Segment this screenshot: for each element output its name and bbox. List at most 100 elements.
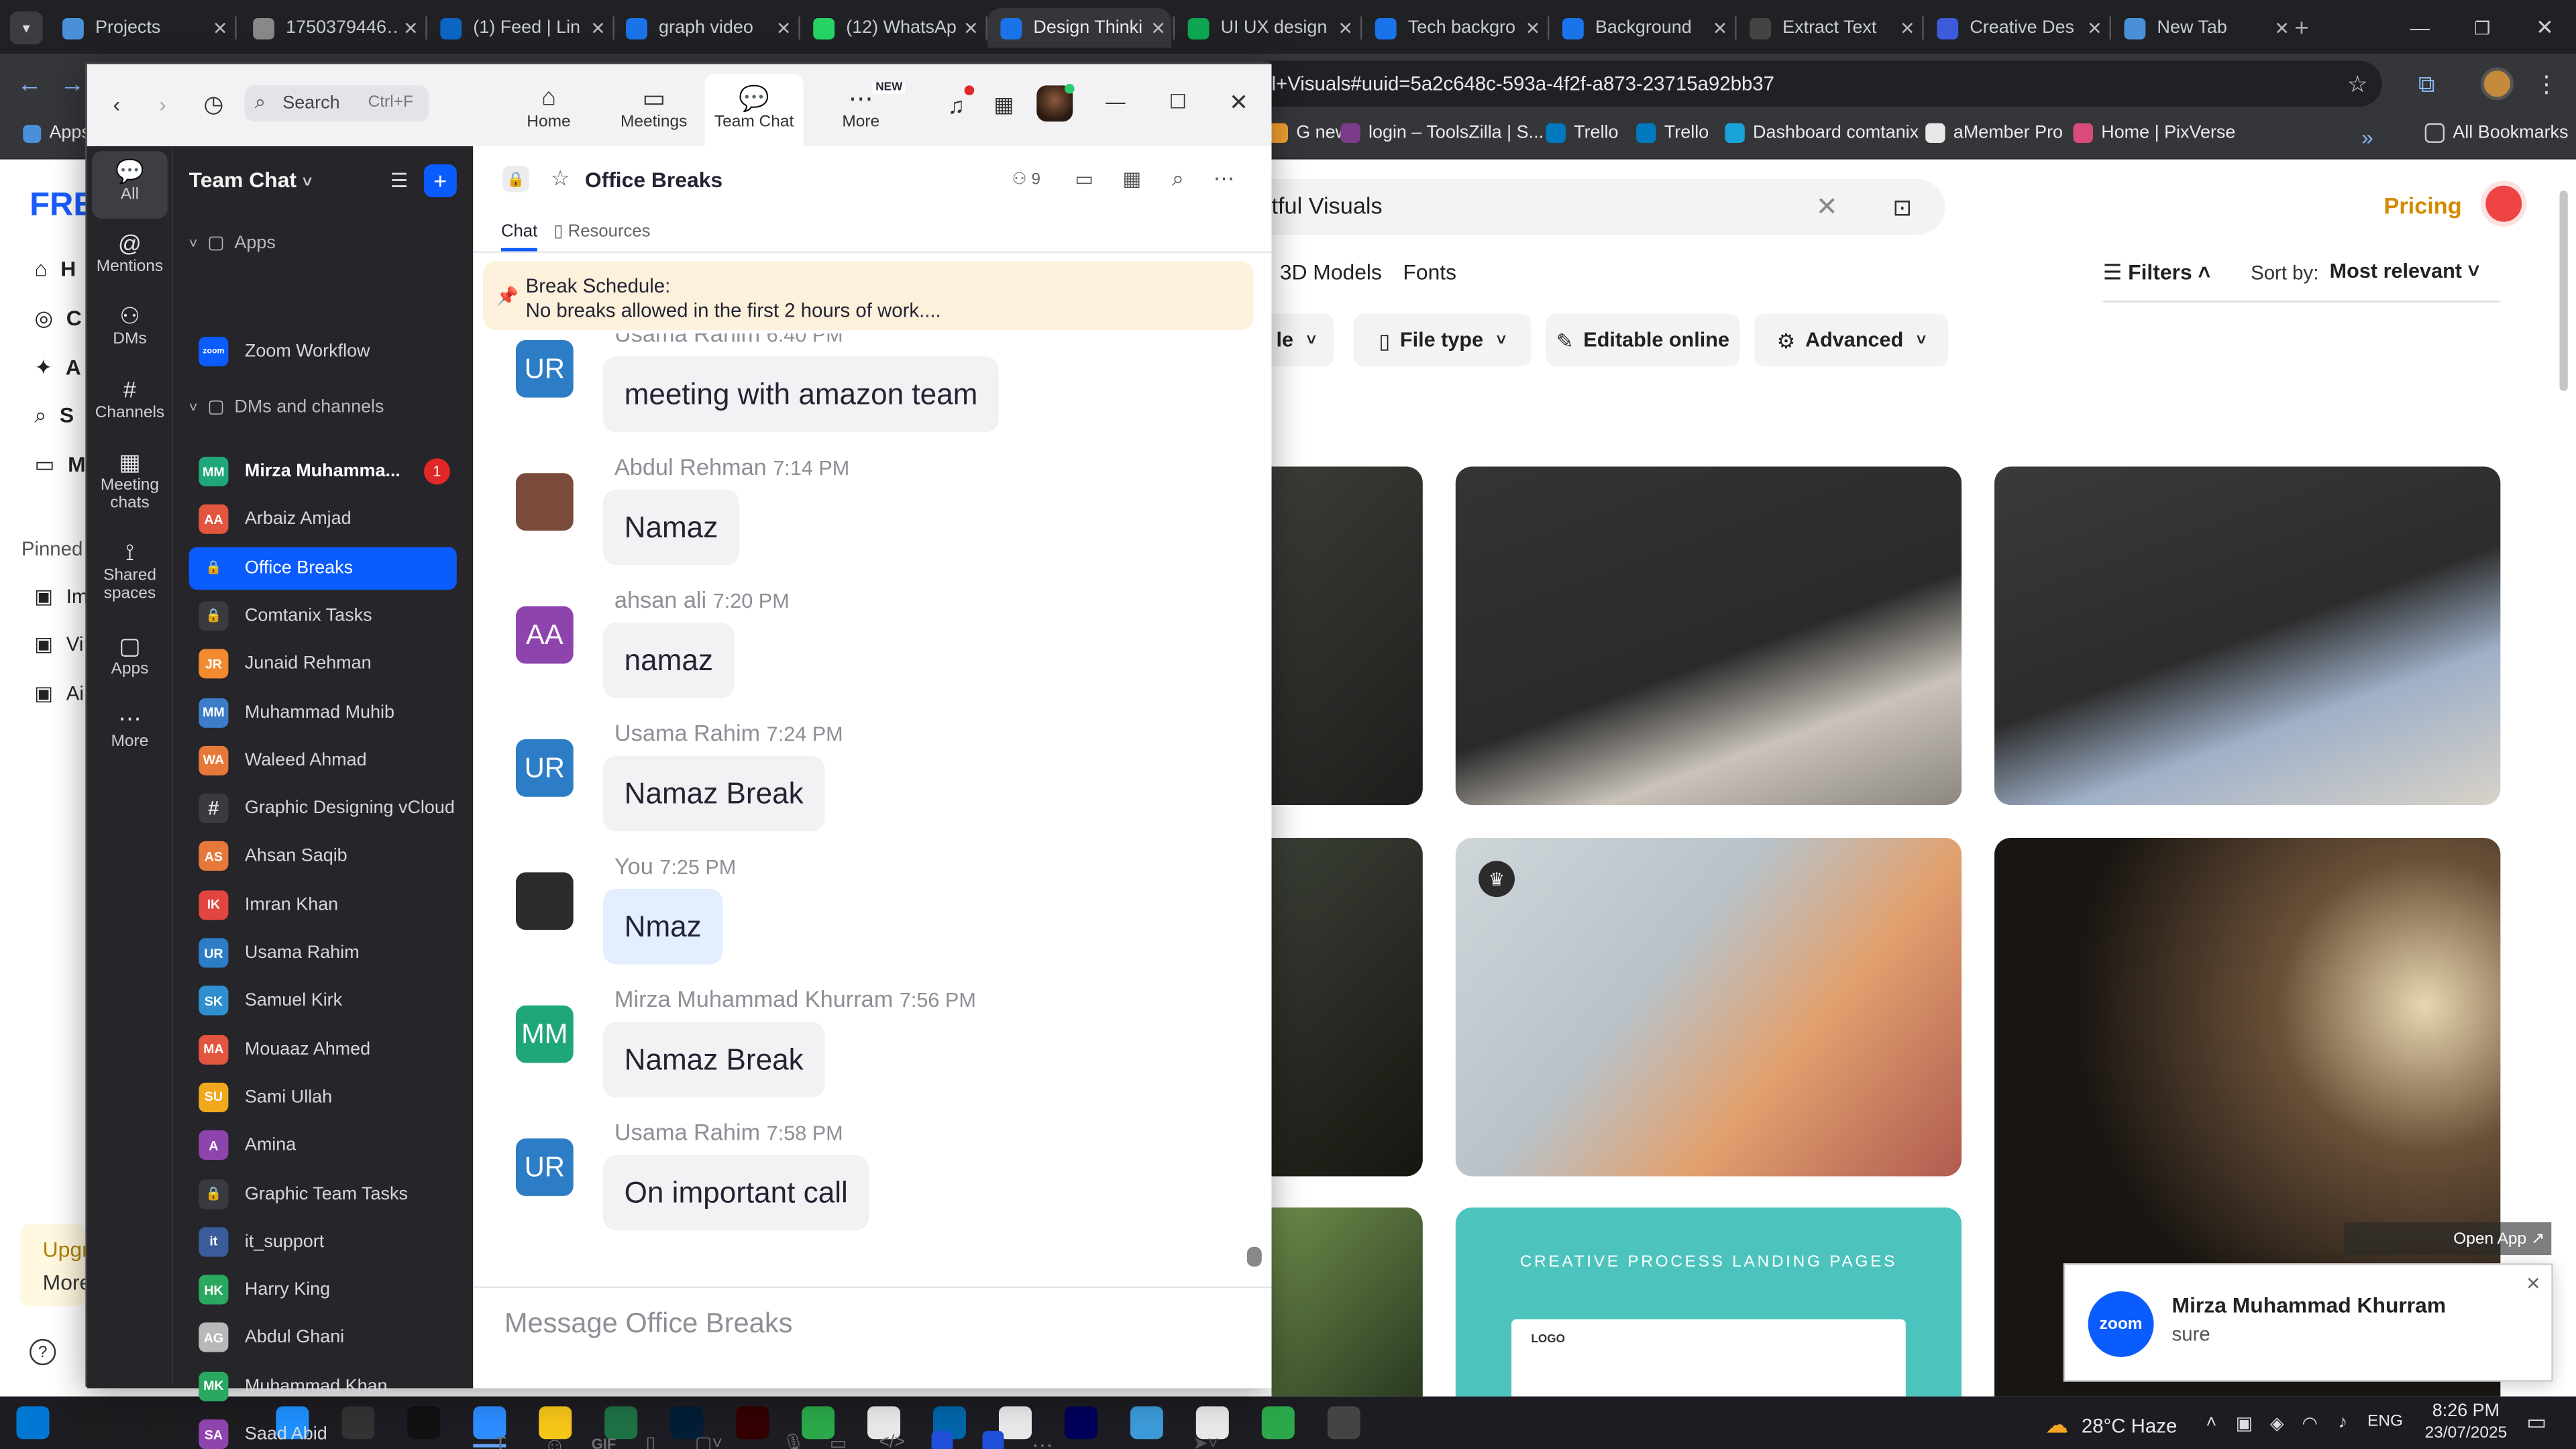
emoji-icon[interactable]: ☺ <box>544 1433 566 1449</box>
tray-network-icon[interactable]: ◈ <box>2265 1409 2288 1436</box>
settings-icon[interactable] <box>1327 1406 1360 1440</box>
minimize-window-icon[interactable]: — <box>2402 10 2438 46</box>
contact-item[interactable]: HK Harry King <box>189 1269 457 1311</box>
browser-tab[interactable]: (1) Feed | Lin ✕ <box>427 8 611 48</box>
notification-center-icon[interactable]: ▭ <box>2522 1408 2551 1438</box>
tab-close-icon[interactable]: ✕ <box>1707 17 1733 38</box>
zoom-nav-more[interactable]: ⋯ More NEW <box>820 64 906 146</box>
code-icon[interactable]: </> <box>879 1433 905 1449</box>
landing-page-card[interactable]: CREATIVE PROCESS LANDING PAGES LOGO <box>1455 1208 1962 1397</box>
browser-tab[interactable]: Background ✕ <box>1549 8 1733 48</box>
tray-volume-icon[interactable]: ♪ <box>2331 1409 2354 1436</box>
app-a-icon[interactable] <box>931 1431 953 1449</box>
stock-photo[interactable] <box>1271 1208 1423 1397</box>
zoom-nav-home[interactable]: ⌂ Home <box>508 64 590 146</box>
stock-photo[interactable] <box>1455 466 1962 806</box>
rail-item[interactable]: ▦ Meeting chats <box>94 447 166 513</box>
image-search-icon[interactable]: ⊡ <box>1886 191 1919 223</box>
user-avatar[interactable] <box>2480 180 2527 227</box>
contact-item[interactable]: JR Junaid Rehman <box>189 643 457 686</box>
tab-close-icon[interactable]: ✕ <box>2082 17 2108 38</box>
tray-chevron-icon[interactable]: ˄ <box>2200 1409 2222 1436</box>
filter-icon[interactable]: ☰ <box>384 166 414 195</box>
browser-tab[interactable]: Projects ✕ <box>49 8 233 48</box>
contact-item[interactable]: AG Abdul Ghani <box>189 1317 457 1360</box>
app-b-icon[interactable] <box>982 1431 1004 1449</box>
rail-item[interactable]: ⟟ Shared spaces <box>94 537 166 603</box>
video-call-icon[interactable]: ▭ <box>1069 166 1099 192</box>
contact-item[interactable]: 🔒 Comtanix Tasks <box>189 594 457 637</box>
forward-icon[interactable]: → <box>56 67 89 100</box>
open-app-button[interactable]: Open App ↗ <box>2344 1222 2552 1256</box>
pricing-link[interactable]: Pricing <box>2383 193 2461 219</box>
bookmark-item[interactable]: Dashboard comtanix <box>1725 123 1919 144</box>
message-bubble[interactable]: Namaz Break <box>602 755 825 832</box>
sort-dropdown[interactable]: Most relevant ˅ <box>2330 260 2480 282</box>
contact-item[interactable]: WA Waleed Ahmad <box>189 739 457 782</box>
contact-item[interactable]: MK Muhammad Khan <box>189 1364 457 1407</box>
contact-item[interactable]: UR Usama Rahim <box>189 932 457 975</box>
premiere-icon[interactable] <box>1064 1406 1097 1440</box>
address-bar[interactable]: l+Visuals#uuid=5a2c648c-593a-4f2f-a873-2… <box>1248 60 2383 107</box>
rail-item[interactable]: @ Mentions <box>94 228 166 276</box>
browser-tab[interactable]: (12) WhatsAp ✕ <box>800 8 984 48</box>
file-icon[interactable]: ▯ <box>645 1433 655 1449</box>
excel-icon[interactable] <box>604 1406 638 1440</box>
video-message-icon[interactable]: ▭ <box>830 1433 847 1449</box>
pinned-nav-item[interactable]: ▣ Vi <box>34 633 83 655</box>
dm-section-header[interactable]: ˅ ▢ DMs and channels <box>189 396 384 417</box>
message-bubble[interactable]: meeting with amazon team <box>602 356 1000 433</box>
language-indicator[interactable]: ENG <box>2367 1413 2403 1431</box>
contact-item[interactable]: AS Ahsan Saqib <box>189 835 457 878</box>
nav-link-fonts[interactable]: Fonts <box>1403 260 1456 284</box>
site-nav-item[interactable]: ✦ A <box>34 355 80 381</box>
stock-photo[interactable] <box>1271 837 1423 1177</box>
contact-item[interactable]: MM Mirza Muhamma... 1 <box>189 450 457 493</box>
profile-avatar[interactable] <box>2480 67 2514 101</box>
contact-item[interactable]: MM Muhammad Muhib <box>189 691 457 734</box>
chrome-icon[interactable] <box>998 1406 1032 1440</box>
rail-item[interactable]: 💬 All <box>94 156 166 204</box>
chat-message[interactable]: UR Usama Rahim 7:24 PM Namaz Break <box>515 720 1255 851</box>
chat-message[interactable]: MM Mirza Muhammad Khurram 7:56 PM Namaz … <box>515 985 1255 1117</box>
bookmark-item[interactable]: G new <box>1268 123 1348 144</box>
pinned-nav-item[interactable]: ▣ Ai <box>34 682 84 704</box>
tab-close-icon[interactable]: ✕ <box>1894 17 1921 38</box>
screenshot-icon[interactable]: ▢˅ <box>695 1433 722 1449</box>
tab-close-icon[interactable]: ✕ <box>1519 17 1546 38</box>
browser-tab[interactable]: graph video ✕ <box>612 8 796 48</box>
app-green-icon[interactable] <box>1261 1406 1295 1440</box>
more-tools-icon[interactable]: ⋯ <box>1032 1433 1053 1449</box>
help-icon[interactable]: ? <box>30 1338 56 1366</box>
contact-item[interactable]: SU Sami Ullah <box>189 1076 457 1119</box>
clear-search-icon[interactable]: ✕ <box>1811 191 1843 223</box>
message-bubble[interactable]: namaz <box>602 623 735 698</box>
zoom-forward-icon[interactable]: › <box>150 91 176 117</box>
message-input[interactable]: Message Office Breaks <box>504 1307 793 1340</box>
close-window-icon[interactable]: ✕ <box>2527 10 2563 46</box>
zoom-nav-team-chat[interactable]: 💬 Team Chat <box>704 74 804 146</box>
clock-date[interactable]: 23/07/2025 <box>2415 1424 2517 1442</box>
chat-message[interactable]: UR Usama Rahim 6:40 PM meeting with amaz… <box>515 333 1255 451</box>
schedule-icon[interactable]: ▦ <box>1117 166 1146 192</box>
illustrator-icon[interactable] <box>736 1406 769 1440</box>
chrome-menu-icon[interactable]: ⋮ <box>2533 67 2559 100</box>
team-chat-dropdown[interactable]: Team Chat ˅ <box>189 168 313 193</box>
rail-item[interactable]: ▢ Apps <box>94 631 166 679</box>
search-icon[interactable] <box>82 1406 115 1440</box>
zoom-maximize-icon[interactable]: ☐ <box>1165 89 1191 115</box>
stock-photo[interactable] <box>1994 466 2501 806</box>
stock-photo[interactable] <box>1271 466 1423 806</box>
contact-item[interactable]: 🔒 Graphic Team Tasks <box>189 1172 457 1215</box>
message-bubble[interactable]: Nmaz <box>602 888 723 965</box>
zoom-minimize-icon[interactable]: — <box>1102 89 1128 115</box>
weather-widget[interactable]: ☁ 28°C Haze <box>2045 1411 2177 1440</box>
filters-button[interactable]: ☰ Filters ˄ <box>2103 260 2210 286</box>
tab-close-icon[interactable]: ✕ <box>771 17 797 38</box>
apps-section-header[interactable]: ˅ ▢ Apps <box>189 231 276 254</box>
back-icon[interactable]: ← <box>13 67 46 100</box>
tab-resources[interactable]: ▯ Resources <box>553 222 650 241</box>
filter-button[interactable]: ⚙ Advanced ˅ <box>1754 313 1949 367</box>
more-bookmarks-icon[interactable]: » <box>2353 121 2382 151</box>
scrollbar-thumb[interactable] <box>2559 191 2568 391</box>
